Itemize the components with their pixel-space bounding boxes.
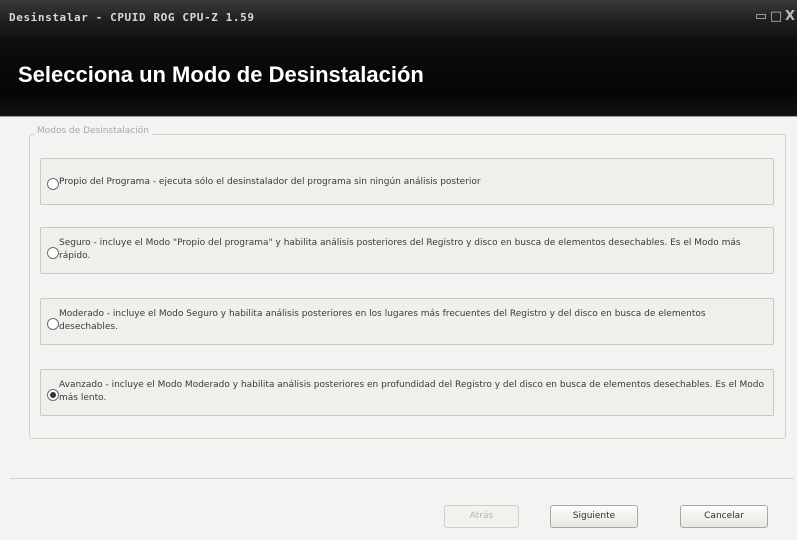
next-button[interactable]: Siguiente <box>550 505 638 528</box>
back-button[interactable]: Atrás <box>444 505 519 528</box>
radio-icon[interactable] <box>47 318 59 330</box>
close-icon[interactable]: X <box>783 10 797 24</box>
page-title: Selecciona un Modo de Desinstalación <box>18 62 424 87</box>
group-legend: Modos de Desinstalación <box>34 126 152 136</box>
title-bar[interactable]: Desinstalar - CPUID ROG CPU-Z 1.59 ▭ □ X <box>0 0 797 36</box>
uninstall-wizard-window: Desinstalar - CPUID ROG CPU-Z 1.59 ▭ □ X… <box>0 0 797 540</box>
option-label: Avanzado - incluye el Modo Moderado y ha… <box>59 380 764 403</box>
footer-divider <box>10 478 794 479</box>
option-label: Seguro - incluye el Modo "Propio del pro… <box>59 238 741 261</box>
maximize-icon[interactable]: □ <box>769 10 783 24</box>
radio-icon[interactable] <box>47 389 59 401</box>
option-propio[interactable]: Propio del Programa - ejecuta sólo el de… <box>40 158 774 205</box>
option-avanzado[interactable]: Avanzado - incluye el Modo Moderado y ha… <box>40 369 774 416</box>
radio-icon[interactable] <box>47 247 59 259</box>
cancel-button[interactable]: Cancelar <box>680 505 768 528</box>
option-seguro[interactable]: Seguro - incluye el Modo "Propio del pro… <box>40 227 774 274</box>
header-banner: Selecciona un Modo de Desinstalación <box>0 36 797 117</box>
minimize-icon[interactable]: ▭ <box>754 10 768 24</box>
option-moderado[interactable]: Moderado - incluye el Modo Seguro y habi… <box>40 298 774 345</box>
window-title: Desinstalar - CPUID ROG CPU-Z 1.59 <box>9 11 255 24</box>
radio-icon[interactable] <box>47 178 59 190</box>
option-label: Propio del Programa - ejecuta sólo el de… <box>59 177 481 187</box>
option-label: Moderado - incluye el Modo Seguro y habi… <box>59 309 706 332</box>
